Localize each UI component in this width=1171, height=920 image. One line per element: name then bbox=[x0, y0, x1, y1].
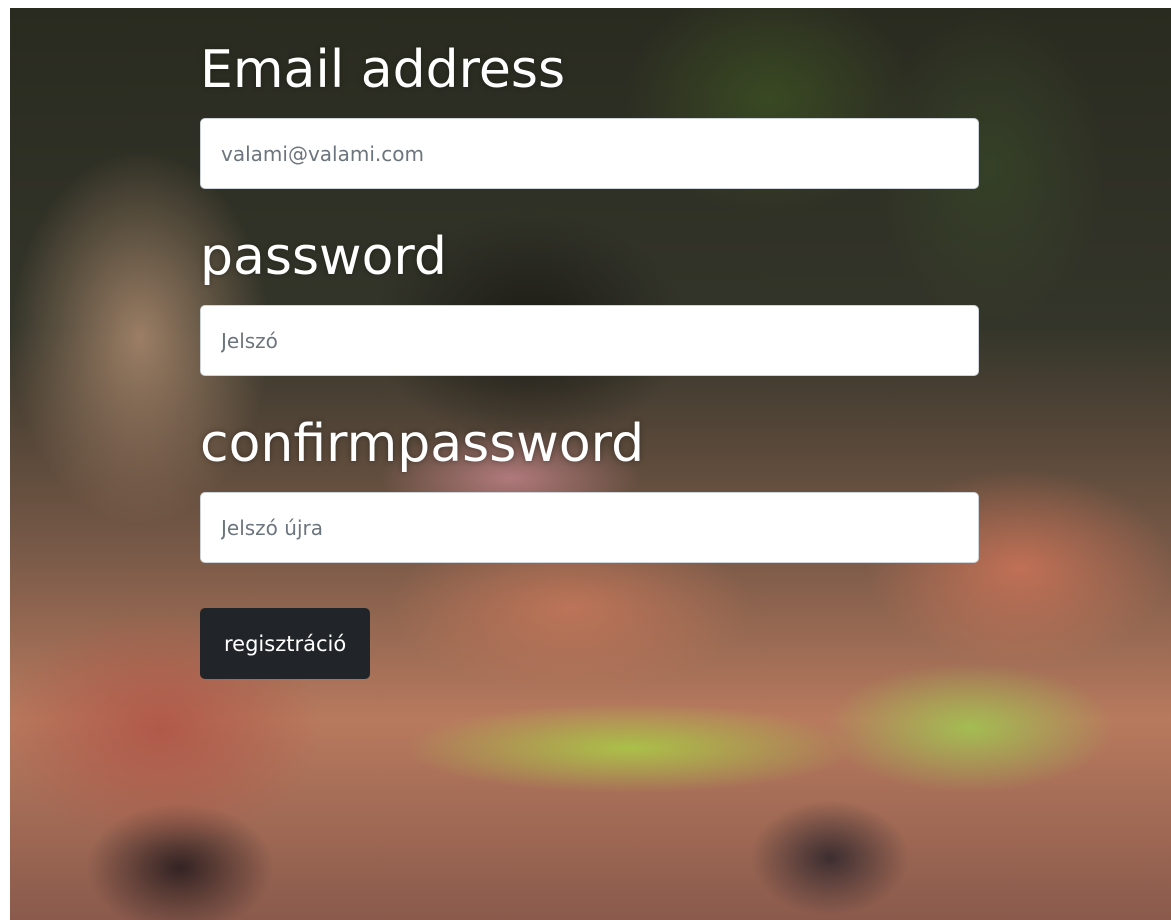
email-label: Email address bbox=[200, 40, 566, 100]
register-button[interactable]: regisztráció bbox=[200, 608, 371, 679]
password-label: password bbox=[200, 227, 447, 287]
confirm-password-input[interactable] bbox=[200, 492, 979, 563]
email-input[interactable] bbox=[200, 118, 979, 189]
registration-form: Email address password confirmpassword r… bbox=[200, 8, 980, 679]
password-input[interactable] bbox=[200, 305, 979, 376]
confirm-password-label: confirmpassword bbox=[200, 414, 645, 474]
